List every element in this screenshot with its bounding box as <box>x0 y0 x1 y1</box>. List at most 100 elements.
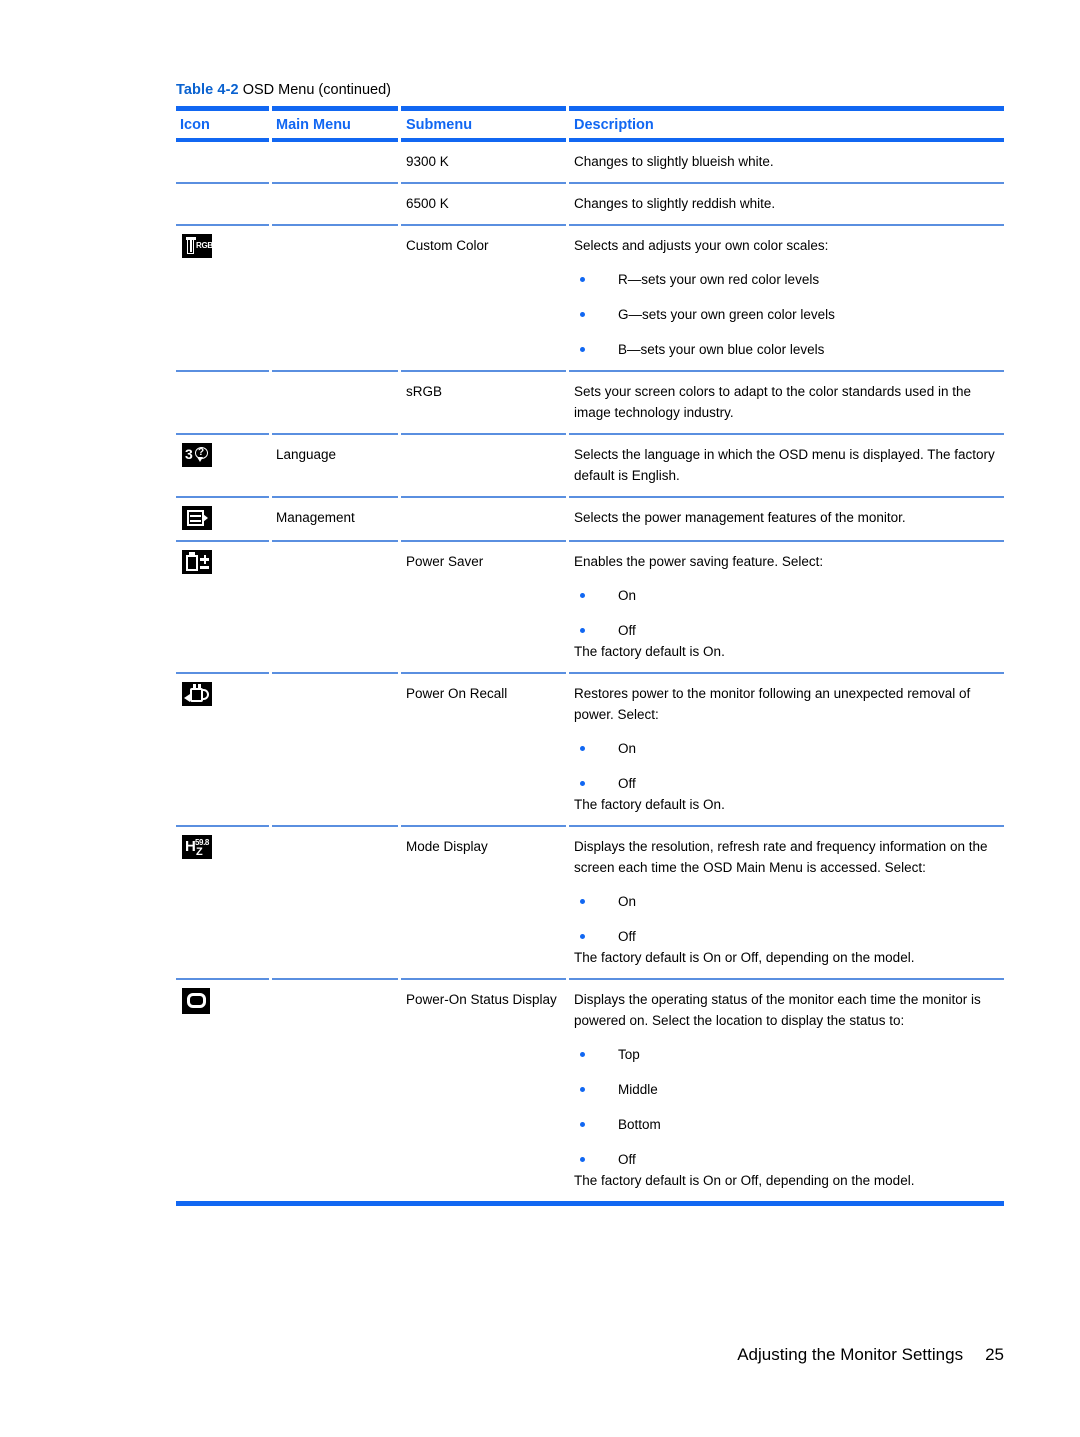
table-bottom-rule <box>176 1201 1004 1206</box>
row-submenu-cell <box>402 435 570 496</box>
battery-power-saver-icon <box>182 550 212 574</box>
bullet-text: B—sets your own blue color levels <box>618 342 825 357</box>
description-bullet-list: On Off <box>574 585 995 641</box>
hz-icon-z: Z <box>196 846 203 858</box>
bullet-text: Off <box>618 929 636 944</box>
rgb-icon-label: RGB <box>196 241 212 250</box>
language-icon: 3 ? <box>182 443 212 467</box>
row-description-cell: Sets your screen colors to adapt to the … <box>570 372 995 433</box>
description-paragraph: Selects and adjusts your own color scale… <box>574 238 829 253</box>
table-caption-text: OSD Menu (continued) <box>242 82 391 98</box>
table-row: 9300 K Changes to slightly blueish white… <box>176 142 1004 182</box>
bullet-item: On <box>574 891 995 912</box>
table-row: sRGB Sets your screen colors to adapt to… <box>176 372 1004 433</box>
column-header-submenu: Submenu <box>406 116 473 133</box>
bullet-text: On <box>618 588 637 603</box>
description-paragraph: Selects the power management features of… <box>574 510 906 525</box>
power-on-status-display-icon <box>182 988 210 1014</box>
row-description-cell: Changes to slightly blueish white. <box>570 142 995 182</box>
row-description-cell: Selects and adjusts your own color scale… <box>570 226 995 370</box>
description-paragraph: Restores power to the monitor following … <box>574 686 971 722</box>
row-description-cell: Displays the resolution, refresh rate an… <box>570 827 995 978</box>
bullet-dot-icon <box>580 899 585 904</box>
table-row: 3 ? Language Selects the language in whi… <box>176 435 1004 496</box>
column-header-main-menu: Main Menu <box>276 116 351 133</box>
table-caption-label: Table 4-2 <box>176 82 239 98</box>
description-paragraph: Enables the power saving feature. Select… <box>574 554 824 569</box>
bullet-item: Off <box>574 773 995 794</box>
bullet-item: On <box>574 738 995 759</box>
table-row: H 59.8 Z Mode Display Displays the resol… <box>176 827 1004 978</box>
row-description-cell: Restores power to the monitor following … <box>570 674 995 825</box>
bullet-item: R—sets your own red color levels <box>574 269 995 290</box>
bullet-dot-icon <box>580 312 585 317</box>
bullet-dot-icon <box>580 1052 585 1057</box>
row-main-menu-cell <box>272 542 402 672</box>
row-main-menu-cell <box>272 142 402 182</box>
description-bullet-list: On Off <box>574 738 995 794</box>
bullet-text: R—sets your own red color levels <box>618 272 820 287</box>
row-description-cell: Selects the power management features of… <box>570 498 995 540</box>
bullet-item: B—sets your own blue color levels <box>574 339 995 360</box>
row-submenu-cell: 9300 K <box>406 154 449 169</box>
row-icon-cell <box>176 142 272 182</box>
bullet-dot-icon <box>580 1157 585 1162</box>
table-row: RGB Custom Color Selects and adjusts you… <box>176 226 1004 370</box>
description-paragraph: Selects the language in which the OSD me… <box>574 447 995 483</box>
bullet-item: Bottom <box>574 1114 995 1135</box>
bullet-dot-icon <box>580 347 585 352</box>
bullet-text: On <box>618 741 637 756</box>
row-icon-cell <box>176 498 272 540</box>
bullet-text: On <box>618 894 637 909</box>
description-bullet-list: R—sets your own red color levels G—sets … <box>574 269 995 360</box>
description-paragraph: Displays the operating status of the mon… <box>574 992 981 1028</box>
row-main-menu-cell <box>272 226 402 370</box>
row-submenu-cell: sRGB <box>406 384 443 399</box>
row-submenu-cell: Mode Display <box>406 839 488 854</box>
bullet-dot-icon <box>580 277 585 282</box>
bullet-item: G—sets your own green color levels <box>574 304 995 325</box>
row-description-cell: Displays the operating status of the mon… <box>570 980 995 1201</box>
table-row: Power Saver Enables the power saving fea… <box>176 542 1004 672</box>
row-main-menu-cell: Language <box>276 447 337 462</box>
description-footnote: The factory default is On. <box>574 797 725 812</box>
description-footnote: The factory default is On or Off, depend… <box>574 950 915 965</box>
row-submenu-cell: Power-On Status Display <box>406 992 557 1007</box>
table-row: 6500 K Changes to slightly reddish white… <box>176 184 1004 224</box>
column-header-description: Description <box>574 116 654 133</box>
mode-display-hz-icon: H 59.8 Z <box>182 835 212 859</box>
row-main-menu-cell <box>272 372 402 433</box>
page-footer: Adjusting the Monitor Settings 25 <box>0 1345 1080 1365</box>
description-paragraph: Changes to slightly blueish white. <box>574 154 774 169</box>
power-on-recall-icon <box>182 682 212 706</box>
table-row: Power On Recall Restores power to the mo… <box>176 674 1004 825</box>
row-submenu-cell: 6500 K <box>406 196 449 211</box>
row-icon-cell <box>176 184 272 224</box>
bullet-dot-icon <box>580 593 585 598</box>
table-caption: Table 4-2 OSD Menu (continued) <box>176 82 391 98</box>
row-main-menu-cell <box>272 827 402 978</box>
bullet-dot-icon <box>580 781 585 786</box>
row-main-menu-cell: Management <box>276 510 355 525</box>
footer-page-number: 25 <box>985 1345 1004 1364</box>
description-paragraph: Changes to slightly reddish white. <box>574 196 776 211</box>
row-icon-cell <box>176 542 272 672</box>
description-footnote: The factory default is On. <box>574 644 725 659</box>
row-main-menu-cell <box>272 184 402 224</box>
bullet-dot-icon <box>580 628 585 633</box>
bullet-text: Off <box>618 1152 636 1167</box>
bullet-item: Off <box>574 620 995 641</box>
row-submenu-cell: Power Saver <box>406 554 484 569</box>
bullet-item: Off <box>574 926 995 947</box>
row-description-cell: Changes to slightly reddish white. <box>570 184 995 224</box>
row-icon-cell <box>176 674 272 825</box>
footer-chapter-title: Adjusting the Monitor Settings <box>737 1345 964 1364</box>
management-icon <box>182 506 212 530</box>
bullet-text: G—sets your own green color levels <box>618 307 835 322</box>
bullet-item: On <box>574 585 995 606</box>
description-footnote: The factory default is On or Off, depend… <box>574 1173 915 1188</box>
bullet-item: Top <box>574 1044 995 1065</box>
table-header-row: Icon Main Menu Submenu Description <box>176 111 1004 138</box>
row-description-cell: Enables the power saving feature. Select… <box>570 542 995 672</box>
row-icon-cell <box>176 980 272 1201</box>
